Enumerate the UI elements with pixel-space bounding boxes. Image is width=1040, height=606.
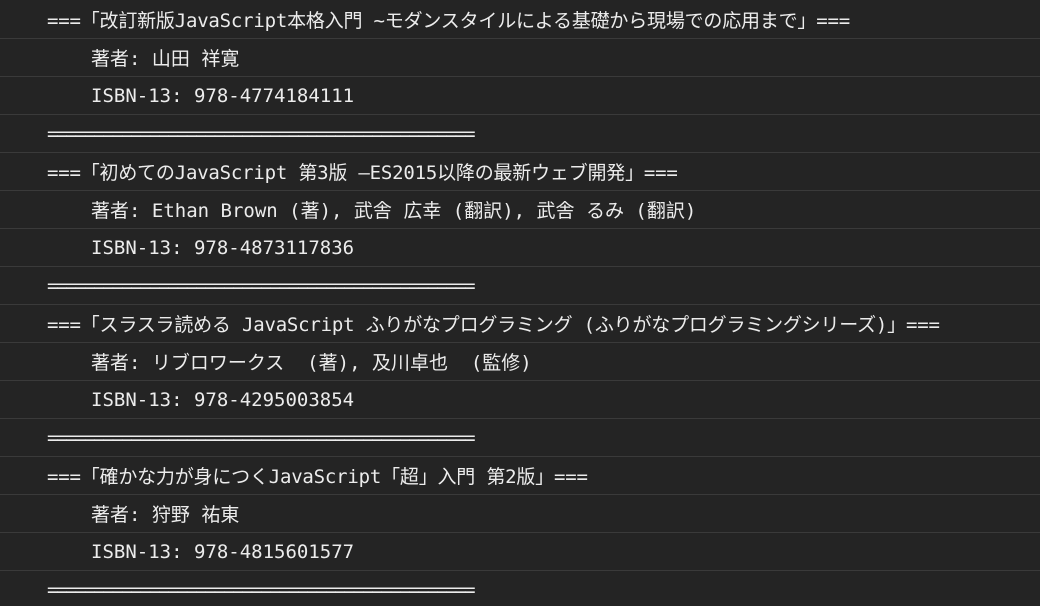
console-line-author: 著者: リブロワークス (著), 及川卓也 (監修) xyxy=(0,343,1040,381)
console-line-author: 著者: Ethan Brown (著), 武舎 広幸 (翻訳), 武舎 るみ (… xyxy=(0,191,1040,229)
console-line-separator: ========================================… xyxy=(0,419,1040,457)
author-text: 著者: Ethan Brown (著), 武舎 広幸 (翻訳), 武舎 るみ (… xyxy=(91,200,697,222)
isbn-text: ISBN-13: 978-4815601577 xyxy=(91,540,355,563)
isbn-text: ISBN-13: 978-4774184111 xyxy=(91,84,355,107)
author-text: 著者: 山田 祥寛 xyxy=(91,48,240,70)
console-line-book-title: ===「確かな力が身につくJavaScript「超」入門 第2版」=== xyxy=(0,457,1040,495)
console-line-separator: ========================================… xyxy=(0,115,1040,153)
console-line-separator: ========================================… xyxy=(0,571,1040,606)
book-title-text: ===「改訂新版JavaScript本格入門 ~モダンスタイルによる基礎から現場… xyxy=(47,9,850,32)
isbn-text: ISBN-13: 978-4873117836 xyxy=(91,236,355,259)
console-output: ===「改訂新版JavaScript本格入門 ~モダンスタイルによる基礎から現場… xyxy=(0,0,1040,606)
book-title-text: ===「確かな力が身につくJavaScript「超」入門 第2版」=== xyxy=(47,466,588,488)
console-line-separator: ========================================… xyxy=(0,267,1040,305)
separator-text: ========================================… xyxy=(47,426,476,449)
console-line-isbn: ISBN-13: 978-4774184111 xyxy=(0,77,1040,115)
separator-text: ========================================… xyxy=(47,122,476,145)
author-text: 著者: 狩野 祐東 xyxy=(91,504,240,526)
separator-text: ========================================… xyxy=(47,274,476,297)
separator-text: ========================================… xyxy=(47,578,476,601)
author-text: 著者: リブロワークス (著), 及川卓也 (監修) xyxy=(91,352,532,374)
console-line-book-title: ===「初めてのJavaScript 第3版 —ES2015以降の最新ウェブ開発… xyxy=(0,153,1040,191)
console-line-book-title: ===「スラスラ読める JavaScript ふりがなプログラミング (ふりがな… xyxy=(0,305,1040,343)
console-line-book-title: ===「改訂新版JavaScript本格入門 ~モダンスタイルによる基礎から現場… xyxy=(0,0,1040,39)
console-line-isbn: ISBN-13: 978-4815601577 xyxy=(0,533,1040,571)
console-line-isbn: ISBN-13: 978-4873117836 xyxy=(0,229,1040,267)
console-line-isbn: ISBN-13: 978-4295003854 xyxy=(0,381,1040,419)
console-line-author: 著者: 山田 祥寛 xyxy=(0,39,1040,77)
isbn-text: ISBN-13: 978-4295003854 xyxy=(91,388,355,411)
book-title-text: ===「初めてのJavaScript 第3版 —ES2015以降の最新ウェブ開発… xyxy=(47,162,678,184)
book-title-text: ===「スラスラ読める JavaScript ふりがなプログラミング (ふりがな… xyxy=(47,314,940,336)
console-line-author: 著者: 狩野 祐東 xyxy=(0,495,1040,533)
